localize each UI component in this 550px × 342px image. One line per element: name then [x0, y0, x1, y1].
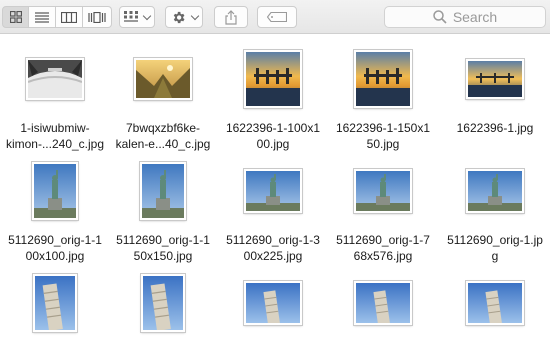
file-thumbnail	[354, 50, 412, 108]
file-item[interactable]	[328, 268, 438, 338]
file-thumbnail	[33, 274, 77, 332]
file-item[interactable]: 1622396-1-150x1 50.jpg	[328, 44, 438, 152]
tag-button[interactable]	[257, 6, 297, 28]
file-thumbnail	[141, 274, 185, 332]
search-field[interactable]: Search	[384, 6, 546, 28]
file-name-line2: 00x100.jpg	[25, 249, 85, 263]
file-name-line1: 5112690_orig-1.jp	[447, 233, 543, 247]
file-thumbnail	[32, 162, 78, 220]
cover-flow-view-icon	[88, 11, 106, 23]
view-mode-segmented-control	[2, 6, 112, 28]
file-name-line2: 68x576.jpg	[353, 249, 413, 263]
file-item[interactable]: 1-isiwubmiw-kimon-...240_c.jpg	[0, 44, 110, 152]
file-item[interactable]: 5112690_orig-1-3 00x225.jpg	[218, 156, 328, 264]
file-item[interactable]: 1622396-1-100x1 00.jpg	[218, 44, 328, 152]
gear-icon	[173, 11, 184, 23]
file-item[interactable]: 5112690_orig-1-1 00x100.jpg	[0, 156, 110, 264]
file-item[interactable]: 5112690_orig-1-1 50x150.jpg	[108, 156, 218, 264]
file-name-line1: 1622396-1.jpg	[456, 121, 534, 135]
file-thumbnail	[354, 169, 412, 213]
list-view-icon	[35, 11, 49, 23]
file-name-line2: g	[491, 249, 499, 263]
file-thumbnail	[466, 59, 524, 99]
list-view-button[interactable]	[29, 6, 56, 28]
file-item[interactable]	[218, 268, 328, 338]
action-button[interactable]	[165, 6, 203, 28]
share-icon	[225, 9, 237, 25]
tag-icon	[267, 12, 287, 22]
file-thumbnail	[244, 50, 302, 108]
chevron-down-icon	[142, 11, 152, 20]
file-item[interactable]	[440, 268, 550, 338]
file-thumbnail	[134, 58, 192, 100]
file-item[interactable]: 5112690_orig-1.jpg	[440, 156, 550, 264]
file-name-line2: 00.jpg	[256, 137, 290, 151]
finder-window: Search 1-isiwubmiw-kimon-...240_c.jpg 7b…	[0, 0, 550, 342]
file-icon-grid: 1-isiwubmiw-kimon-...240_c.jpg 7bwqxzbf6…	[0, 34, 550, 342]
search-placeholder: Search	[452, 9, 498, 25]
file-thumbnail	[466, 281, 524, 325]
file-name-line2: 50.jpg	[366, 137, 400, 151]
column-view-icon	[61, 11, 77, 23]
file-name-line2: 00x225.jpg	[243, 249, 303, 263]
file-thumbnail	[26, 58, 84, 100]
file-name-line1: 1622396-1-100x1	[225, 121, 321, 135]
file-name-line1: 5112690_orig-1-3	[226, 233, 320, 247]
file-thumbnail	[466, 169, 524, 213]
file-item[interactable]	[0, 268, 110, 338]
file-item[interactable]: 7bwqxzbf6ke-kalen-e...40_c.jpg	[108, 44, 218, 152]
share-button[interactable]	[214, 6, 248, 28]
file-name-line2: kimon-...240_c.jpg	[5, 137, 105, 151]
file-item[interactable]	[108, 268, 218, 338]
file-name-line1: 5112690_orig-1-7	[336, 233, 430, 247]
file-item[interactable]: 1622396-1.jpg	[440, 44, 550, 136]
file-name-line1: 5112690_orig-1-1	[8, 233, 102, 247]
file-name-line1: 7bwqxzbf6ke-	[125, 121, 201, 135]
chevron-down-icon	[190, 11, 199, 20]
arrange-button[interactable]	[119, 6, 155, 28]
file-name-line1: 1622396-1-150x1	[335, 121, 431, 135]
file-name-line2: kalen-e...40_c.jpg	[115, 137, 211, 151]
file-name-line1: 1-isiwubmiw-	[20, 121, 90, 135]
file-thumbnail	[140, 162, 186, 220]
file-thumbnail	[244, 169, 302, 213]
toolbar: Search	[0, 0, 550, 34]
file-thumbnail	[354, 281, 412, 325]
column-view-button[interactable]	[56, 6, 83, 28]
file-name-line2: 50x150.jpg	[133, 249, 193, 263]
arrange-grid-icon	[124, 11, 138, 22]
file-thumbnail	[244, 281, 302, 325]
file-name-line1: 5112690_orig-1-1	[116, 233, 210, 247]
file-item[interactable]: 5112690_orig-1-7 68x576.jpg	[328, 156, 438, 264]
cover-flow-view-button[interactable]	[83, 6, 112, 28]
icon-view-icon	[9, 11, 22, 23]
icon-view-button[interactable]	[2, 6, 29, 28]
search-icon	[433, 10, 447, 24]
